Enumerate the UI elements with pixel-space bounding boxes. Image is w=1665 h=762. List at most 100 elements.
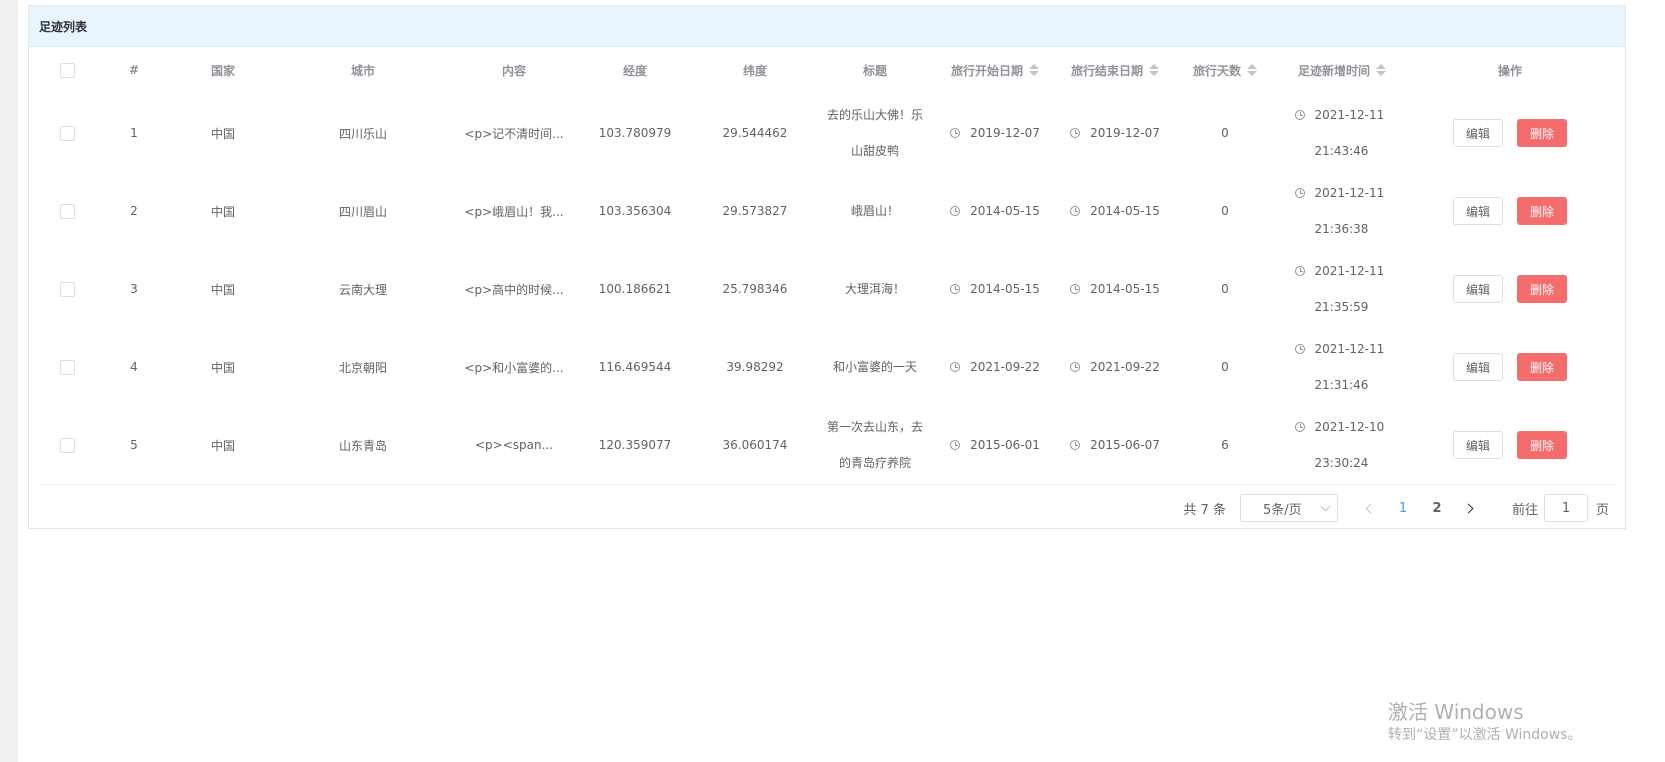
page-2[interactable]: 2 xyxy=(1422,501,1452,516)
cell-latitude: 36.060174 xyxy=(722,438,788,452)
header-longitude: 经度 xyxy=(622,63,647,78)
pagination-total: 共 7 条 xyxy=(1183,502,1226,518)
edit-button[interactable]: 编辑 xyxy=(1452,353,1503,381)
header-title: 标题 xyxy=(862,63,887,78)
next-page-button[interactable] xyxy=(1454,494,1484,522)
windows-activation-watermark: 激活 Windows 转到“设置”以激活 Windows。 xyxy=(1388,700,1581,746)
table-row: 2 中国 四川眉山 <p>峨眉山！我... 103.356304 29.5738… xyxy=(39,172,1617,250)
cell-start-date: 2014-05-15 xyxy=(970,204,1040,218)
sort-caret-icon[interactable] xyxy=(1247,64,1257,76)
edit-button[interactable]: 编辑 xyxy=(1452,431,1503,459)
cell-content: <p>高中的时候... xyxy=(464,282,564,297)
cell-city: 北京朝阳 xyxy=(338,360,387,375)
cell-add-time: 2021-12-11 21:36:38 xyxy=(1314,186,1385,236)
table-row: 3 中国 云南大理 <p>高中的时候... 100.186621 25.7983… xyxy=(39,250,1617,328)
cell-longitude: 120.359077 xyxy=(598,438,672,452)
clock-icon xyxy=(950,440,961,450)
page-suffix: 页 xyxy=(1595,502,1609,518)
header-latitude: 纬度 xyxy=(742,63,767,78)
header-country: 国家 xyxy=(210,63,235,78)
delete-button[interactable]: 删除 xyxy=(1517,431,1568,459)
edit-button[interactable]: 编辑 xyxy=(1452,119,1503,147)
cell-content: <p><span... xyxy=(474,438,554,452)
cell-days: 6 xyxy=(1221,438,1229,452)
cell-end-date: 2015-06-07 xyxy=(1090,438,1160,452)
cell-content: <p>峨眉山！我... xyxy=(464,204,564,219)
sort-caret-icon[interactable] xyxy=(1149,64,1159,76)
header-city: 城市 xyxy=(350,63,375,78)
cell-start-date: 2021-09-22 xyxy=(970,360,1040,374)
cell-country: 中国 xyxy=(210,204,235,219)
cell-title: 大理洱海！ xyxy=(844,282,905,296)
row-checkbox[interactable] xyxy=(59,359,75,375)
table-row: 5 中国 山东青岛 <p><span... 120.359077 36.0601… xyxy=(39,406,1617,484)
clock-icon xyxy=(950,284,961,294)
chevron-right-icon xyxy=(1464,503,1474,513)
page-size-value: 5条/页 xyxy=(1262,502,1302,518)
clock-icon xyxy=(1294,422,1305,432)
clock-icon xyxy=(1294,110,1305,120)
cell-num: 1 xyxy=(130,126,138,140)
cell-start-date: 2014-05-15 xyxy=(970,282,1040,296)
cell-longitude: 103.356304 xyxy=(598,204,672,218)
sort-caret-icon[interactable] xyxy=(1029,64,1039,76)
cell-days: 0 xyxy=(1221,360,1229,374)
clock-icon xyxy=(1070,128,1081,138)
page-size-select[interactable]: 5条/页 xyxy=(1239,494,1338,522)
header-end-date[interactable]: 旅行结束日期 xyxy=(1055,62,1175,79)
cell-add-time: 2021-12-11 21:43:46 xyxy=(1314,108,1385,158)
row-checkbox[interactable] xyxy=(59,203,75,219)
clock-icon xyxy=(1294,188,1305,198)
watermark-line2: 转到“设置”以激活 Windows。 xyxy=(1388,727,1582,743)
clock-icon xyxy=(1294,344,1305,354)
cell-latitude: 25.798346 xyxy=(722,282,788,296)
cell-country: 中国 xyxy=(210,126,235,141)
clock-icon xyxy=(1070,206,1081,216)
goto-label: 前往 xyxy=(1511,502,1538,518)
cell-content: <p>记不清时间... xyxy=(464,126,564,141)
cell-title: 和小富婆的一天 xyxy=(832,360,917,374)
header-num: # xyxy=(128,63,140,77)
cell-country: 中国 xyxy=(210,438,235,453)
edit-button[interactable]: 编辑 xyxy=(1452,275,1503,303)
cell-num: 4 xyxy=(130,360,138,374)
cell-start-date: 2019-12-07 xyxy=(970,126,1040,140)
delete-button[interactable]: 删除 xyxy=(1517,119,1568,147)
cell-title: 去的乐山大佛！乐山甜皮鸭 xyxy=(826,108,923,158)
cell-num: 5 xyxy=(130,438,138,452)
edit-button[interactable]: 编辑 xyxy=(1452,197,1503,225)
clock-icon xyxy=(950,206,961,216)
delete-button[interactable]: 删除 xyxy=(1517,197,1568,225)
page-1[interactable]: 1 xyxy=(1388,501,1418,516)
delete-button[interactable]: 删除 xyxy=(1517,275,1568,303)
cell-num: 3 xyxy=(130,282,138,296)
sort-caret-icon[interactable] xyxy=(1376,64,1386,76)
cell-latitude: 39.98292 xyxy=(726,360,784,374)
header-days[interactable]: 旅行天数 xyxy=(1175,62,1275,79)
cell-add-time: 2021-12-11 21:35:59 xyxy=(1314,264,1385,314)
pagination: 共 7 条 5条/页 1 2 前往 页 xyxy=(1183,494,1609,522)
cell-city: 四川眉山 xyxy=(338,204,387,219)
row-checkbox[interactable] xyxy=(59,281,75,297)
prev-page-button[interactable] xyxy=(1356,494,1386,522)
row-checkbox[interactable] xyxy=(59,437,75,453)
card-title: 足迹列表 xyxy=(29,6,1625,47)
clock-icon xyxy=(950,362,961,372)
cell-start-date: 2015-06-01 xyxy=(970,438,1040,452)
cell-days: 0 xyxy=(1221,204,1229,218)
goto-page-input[interactable] xyxy=(1543,494,1588,522)
chevron-left-icon xyxy=(1366,503,1376,513)
row-checkbox[interactable] xyxy=(59,125,75,141)
table-bottom-divider xyxy=(39,484,1617,485)
cell-title: 峨眉山！ xyxy=(850,204,899,218)
header-add-time[interactable]: 足迹新增时间 xyxy=(1275,62,1409,79)
select-all-checkbox[interactable] xyxy=(59,62,75,78)
clock-icon xyxy=(1070,284,1081,294)
cell-end-date: 2014-05-15 xyxy=(1090,204,1160,218)
delete-button[interactable]: 删除 xyxy=(1517,353,1568,381)
cell-longitude: 100.186621 xyxy=(598,282,672,296)
header-start-date[interactable]: 旅行开始日期 xyxy=(935,62,1055,79)
cell-longitude: 103.780979 xyxy=(598,126,672,140)
cell-country: 中国 xyxy=(210,282,235,297)
clock-icon xyxy=(1294,266,1305,276)
